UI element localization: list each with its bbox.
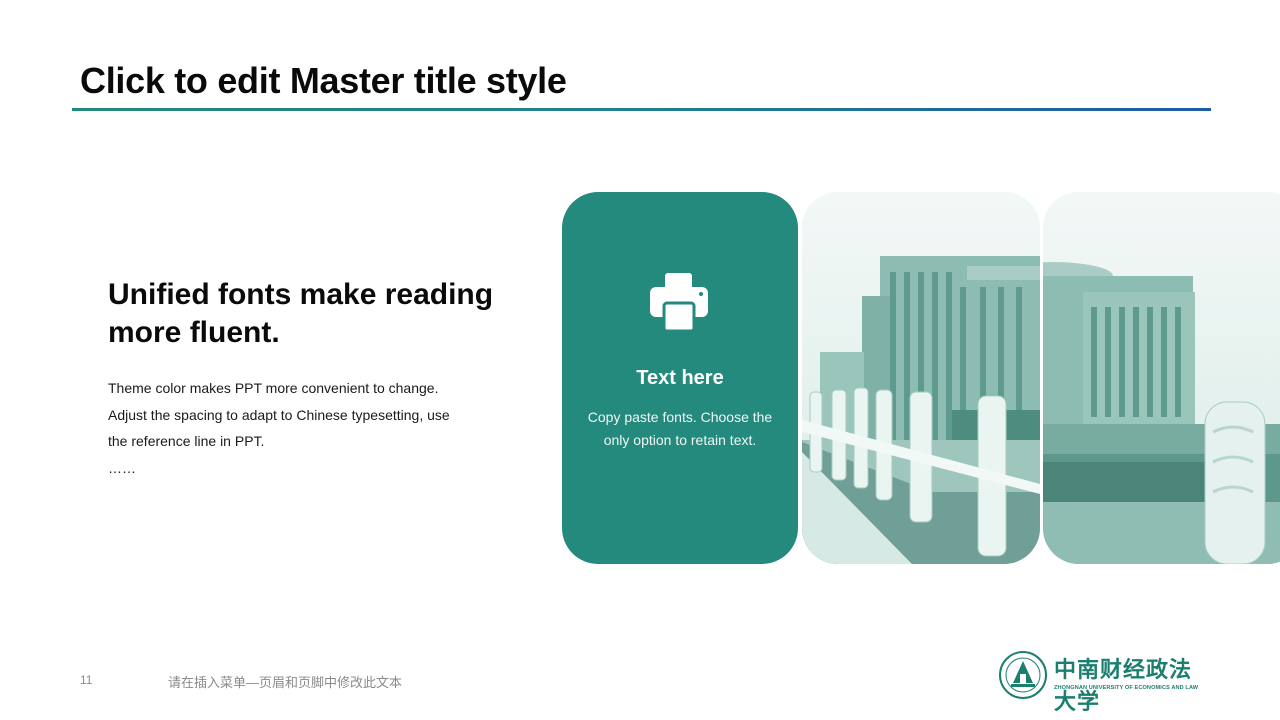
body-line: Adjust the spacing to adapt to Chinese t… [108, 406, 450, 450]
campus-photo-left [802, 192, 1040, 564]
logo-name-en: ZHONGNAN UNIVERSITY OF ECONOMICS AND LAW [1054, 685, 1199, 691]
card-text: Copy paste fonts. Choose the only option… [587, 409, 773, 448]
footer-text: 请在插入菜单—页眉和页脚中修改此文本 [168, 675, 403, 690]
title-underline [72, 108, 1211, 111]
section-heading: Unified fonts make reading more fluent. [108, 278, 494, 349]
slide-title: Click to edit Master title style [80, 60, 567, 101]
card-title: Text here [636, 367, 724, 389]
university-emblem-icon [999, 651, 1047, 699]
body-line: …… [108, 459, 136, 476]
campus-photo-right [1043, 192, 1280, 564]
printer-icon [650, 273, 708, 333]
logo-name-cn: 中南财经政法大学 [1054, 657, 1193, 715]
body-text: Theme color makes PPT more convenient to… [108, 375, 468, 481]
page-number: 11 [80, 673, 93, 687]
university-logo: 中南财经政法大学 ZHONGNAN UNIVERSITY OF ECONOMIC… [998, 650, 1210, 715]
feature-card: Text here Copy paste fonts. Choose the o… [562, 192, 798, 564]
body-line: Theme color makes PPT more convenient to… [108, 380, 439, 396]
